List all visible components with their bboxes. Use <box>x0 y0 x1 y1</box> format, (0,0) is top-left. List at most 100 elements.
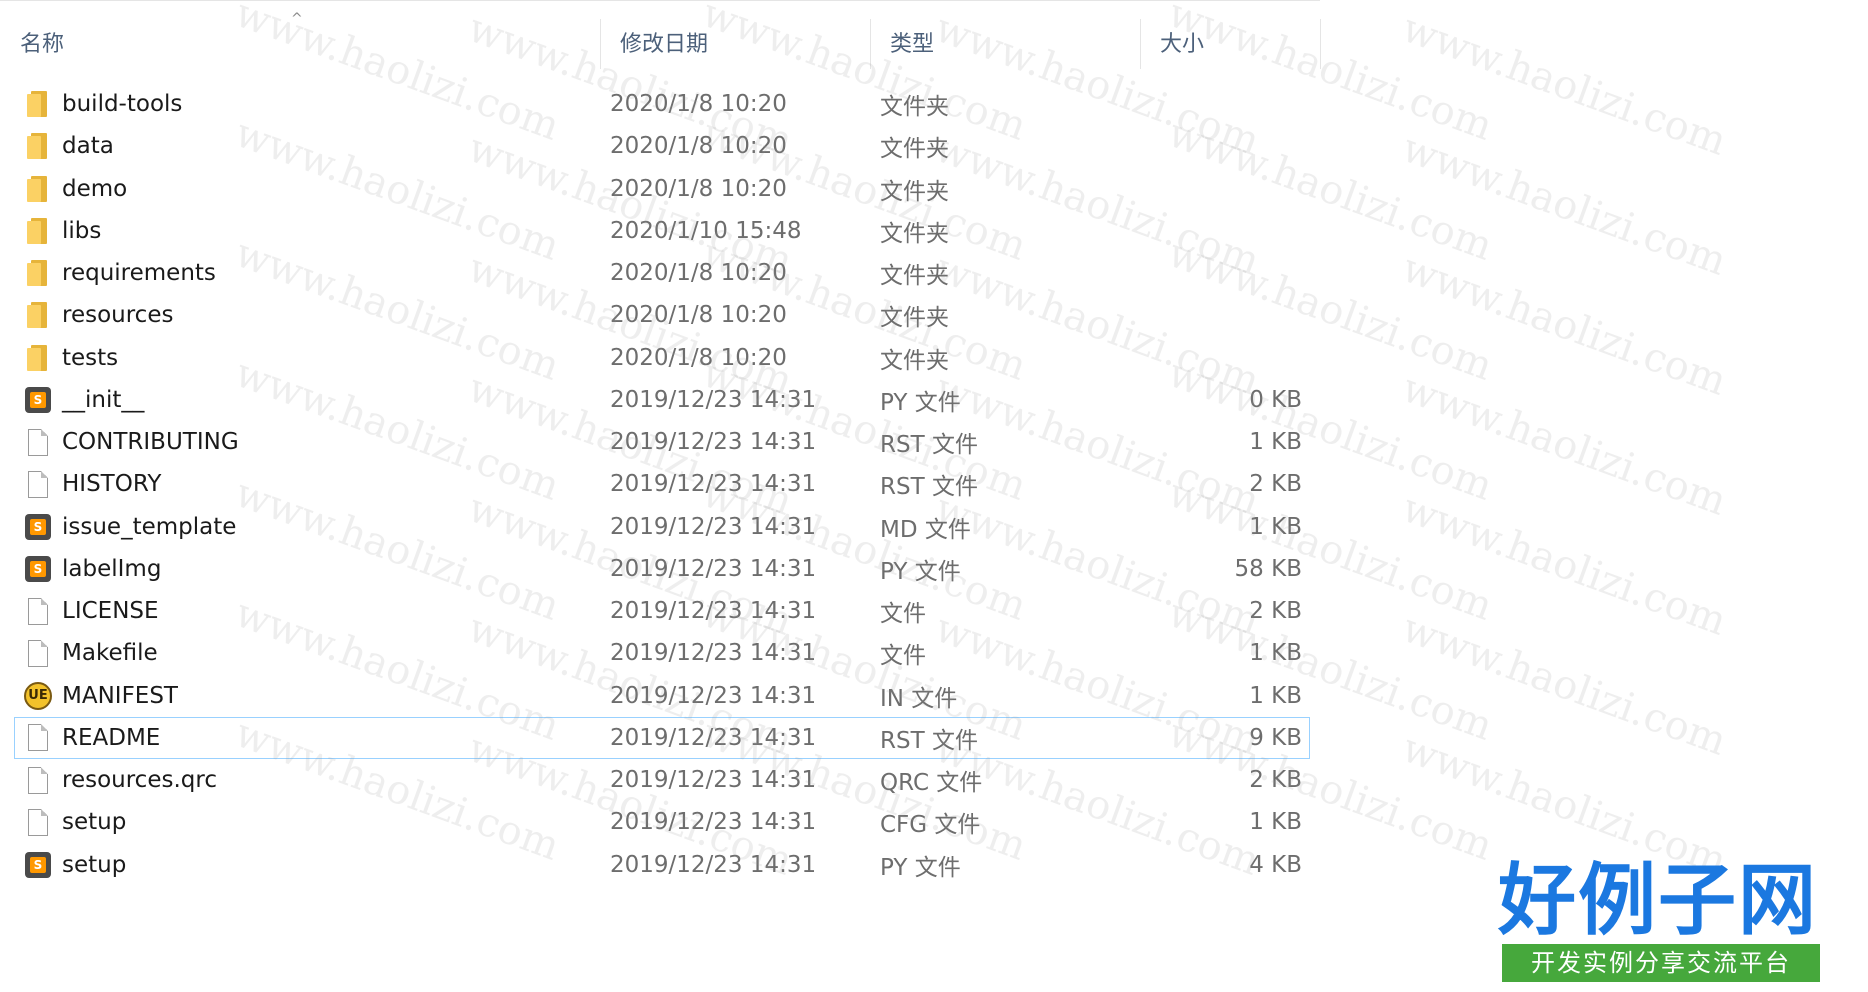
file-size: 1 KB <box>1249 429 1302 455</box>
file-row[interactable]: libs 2020/1/10 15:48 文件夹 <box>0 210 1320 252</box>
file-name: demo <box>62 175 128 202</box>
column-header-size-label: 大小 <box>1160 32 1205 57</box>
file-row[interactable]: resources.qrc 2019/12/23 14:31 QRC 文件 2 KB <box>0 759 1320 801</box>
file-type: QRC 文件 <box>880 770 983 796</box>
file-name: tests <box>62 344 119 371</box>
file-size: 0 KB <box>1249 386 1302 413</box>
folder-icon <box>22 168 54 210</box>
column-header-size[interactable]: 大小 <box>1140 1 1320 83</box>
file-size: 1 KB <box>1249 682 1302 709</box>
file-modified-date: 2020/1/8 10:20 <box>610 344 787 371</box>
sublime-file-icon: S <box>22 548 54 590</box>
file-modified-date: 2019/12/23 14:31 <box>610 555 817 582</box>
file-name: LICENSE <box>62 598 159 624</box>
file-size: 1 KB <box>1249 809 1302 836</box>
column-header-type[interactable]: 类型 <box>870 1 1140 83</box>
file-size: 1 KB <box>1249 640 1302 667</box>
file-modified-date: 2019/12/23 14:31 <box>610 640 817 667</box>
file-modified-date: 2019/12/23 14:31 <box>610 682 817 709</box>
file-name: data <box>62 133 114 160</box>
file-size <box>1150 337 1302 379</box>
file-modified-date: 2019/12/23 14:31 <box>610 767 817 793</box>
file-type: 文件夹 <box>880 347 949 374</box>
file-type: IN 文件 <box>880 685 958 712</box>
file-size <box>1150 168 1302 210</box>
file-modified-date: 2020/1/8 10:20 <box>610 91 787 117</box>
file-type: RST 文件 <box>880 474 978 501</box>
file-modified-date: 2020/1/8 10:20 <box>610 302 787 329</box>
file-name: issue_template <box>62 513 237 540</box>
watermark-text: www.haolizi.com <box>1396 485 1733 645</box>
file-modified-date: 2019/12/23 14:31 <box>610 429 817 455</box>
sort-ascending-icon: ^ <box>291 11 303 27</box>
file-size: 9 KB <box>1249 724 1302 751</box>
file-modified-date: 2019/12/23 14:31 <box>610 724 817 751</box>
file-type: RST 文件 <box>880 432 978 458</box>
file-modified-date: 2020/1/10 15:48 <box>610 217 802 244</box>
file-row[interactable]: Sissue_template 2019/12/23 14:31 MD 文件 1 KB <box>0 506 1320 548</box>
file-modified-date: 2020/1/8 10:20 <box>610 260 787 286</box>
file-row[interactable]: S __init__ 2019/12/23 14:31 PY 文件 0 KB <box>0 379 1320 421</box>
file-name: resources.qrc <box>62 767 217 793</box>
file-modified-date: 2019/12/23 14:31 <box>610 809 817 836</box>
file-size: 1 KB <box>1249 513 1302 540</box>
column-header-bar: 名称 ^ 修改日期 类型 大小 <box>0 0 1321 83</box>
watermark-text: www.haolizi.com <box>1396 365 1733 525</box>
file-type: 文件 <box>880 643 926 670</box>
file-type: PY 文件 <box>880 854 961 881</box>
file-row[interactable]: data 2020/1/8 10:20 文件夹 <box>0 125 1320 167</box>
file-name: HISTORY <box>62 471 162 498</box>
site-logo: 好例子网 开发实例分享交流平台 <box>1490 858 1826 988</box>
file-size <box>1150 83 1302 125</box>
file-name: Makefile <box>62 640 158 667</box>
sublime-file-icon: S <box>22 379 54 421</box>
column-header-type-label: 类型 <box>890 32 935 57</box>
folder-icon <box>22 125 54 167</box>
file-name: README <box>62 724 161 751</box>
folder-icon <box>22 294 54 336</box>
file-row[interactable]: README 2019/12/23 14:31 RST 文件 9 KB <box>0 716 1320 759</box>
file-row[interactable]: UE MANIFEST 2019/12/23 14:31 IN 文件 1 KB <box>0 675 1320 717</box>
file-type: 文件夹 <box>880 136 949 163</box>
file-name: libs <box>62 217 102 244</box>
logo-subtitle: 开发实例分享交流平台 <box>1502 944 1820 982</box>
file-size: 2 KB <box>1249 471 1302 498</box>
file-type: PY 文件 <box>880 558 961 585</box>
file-name: build-tools <box>62 91 183 117</box>
file-row[interactable]: Makefile 2019/12/23 14:31 文件 1 KB <box>0 632 1320 674</box>
sublime-file-icon: S <box>22 844 54 886</box>
file-row[interactable]: resources 2020/1/8 10:20 文件夹 <box>0 294 1320 336</box>
file-modified-date: 2020/1/8 10:20 <box>610 175 787 202</box>
column-header-date[interactable]: 修改日期 <box>600 1 870 83</box>
file-name: __init__ <box>62 386 145 413</box>
file-row[interactable]: build-tools 2020/1/8 10:20 文件夹 <box>0 83 1320 125</box>
file-type: 文件夹 <box>880 94 949 120</box>
blank-file-icon <box>22 590 54 632</box>
file-size: 4 KB <box>1249 851 1302 878</box>
file-name: setup <box>62 809 127 836</box>
column-header-date-label: 修改日期 <box>620 32 709 57</box>
file-row[interactable]: requirements 2020/1/8 10:20 文件夹 <box>0 252 1320 294</box>
file-row[interactable]: HISTORY 2019/12/23 14:31 RST 文件 2 KB <box>0 463 1320 505</box>
file-row[interactable]: CONTRIBUTING 2019/12/23 14:31 RST 文件 1 KB <box>0 421 1320 463</box>
file-name: setup <box>62 851 127 878</box>
file-row[interactable]: tests 2020/1/8 10:20 文件夹 <box>0 337 1320 379</box>
file-row[interactable]: SlabelImg 2019/12/23 14:31 PY 文件 58 KB <box>0 548 1320 590</box>
file-modified-date: 2020/1/8 10:20 <box>610 133 787 160</box>
file-type: 文件 <box>880 601 926 627</box>
ultraedit-file-icon: UE <box>22 675 54 717</box>
file-row[interactable]: Ssetup 2019/12/23 14:31 PY 文件 4 KB <box>0 844 1320 886</box>
file-size <box>1150 125 1302 167</box>
blank-file-icon <box>22 632 54 674</box>
file-row[interactable]: LICENSE 2019/12/23 14:31 文件 2 KB <box>0 590 1320 632</box>
folder-icon <box>22 210 54 252</box>
file-row[interactable]: demo 2020/1/8 10:20 文件夹 <box>0 168 1320 210</box>
blank-file-icon <box>22 717 54 759</box>
file-name: CONTRIBUTING <box>62 429 239 455</box>
column-divider[interactable] <box>1320 19 1321 69</box>
file-size <box>1150 210 1302 252</box>
file-row[interactable]: setup 2019/12/23 14:31 CFG 文件 1 KB <box>0 801 1320 843</box>
folder-icon <box>22 337 54 379</box>
watermark-text: www.haolizi.com <box>1396 245 1733 405</box>
file-type: CFG 文件 <box>880 812 981 839</box>
